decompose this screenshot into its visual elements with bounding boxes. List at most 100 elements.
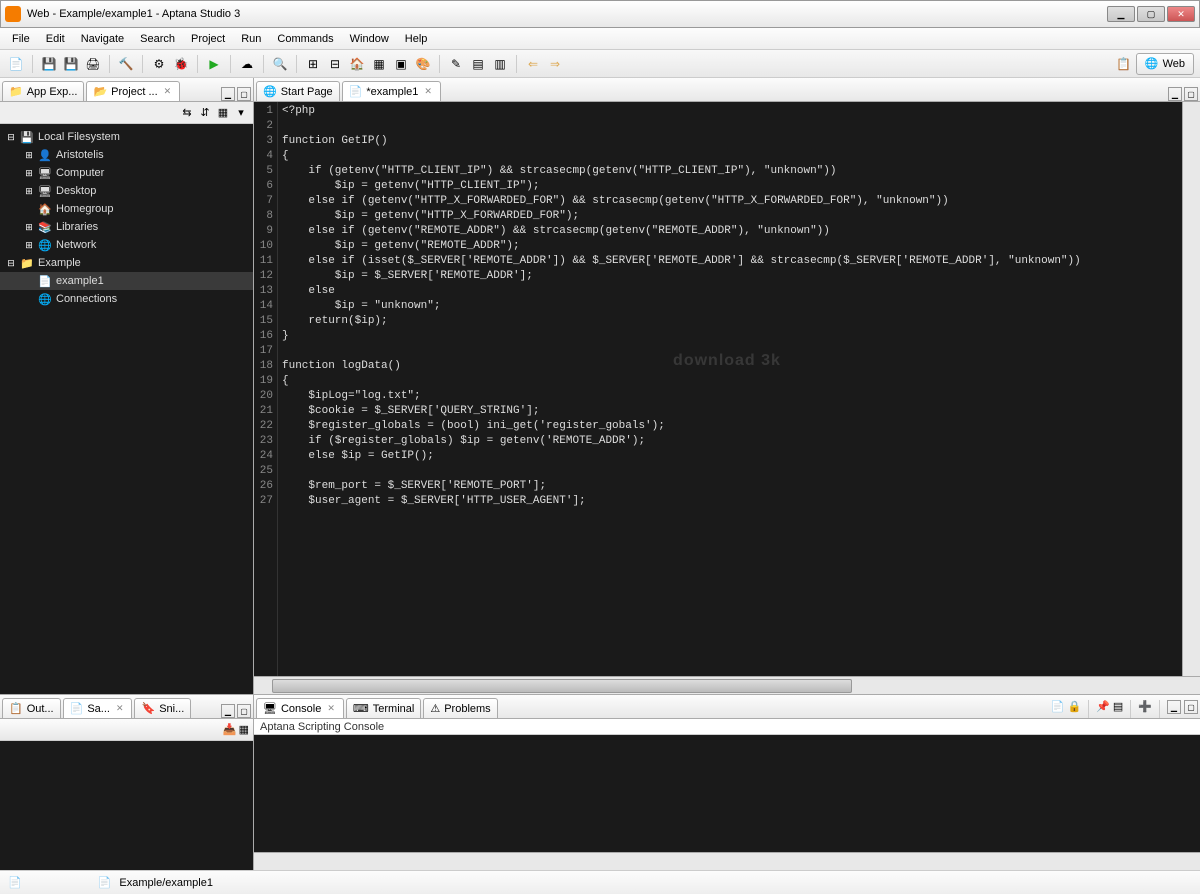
close-tab-icon[interactable]: ✕	[114, 703, 126, 714]
menu-window[interactable]: Window	[342, 31, 397, 47]
console-pin-icon[interactable]: 📌	[1096, 700, 1110, 718]
edit1-icon[interactable]: ✎	[446, 54, 466, 74]
menu-help[interactable]: Help	[397, 31, 436, 47]
tree-node-homegroup[interactable]: 🏠Homegroup	[0, 200, 253, 218]
tree-menu-icon[interactable]: ▦	[215, 105, 231, 121]
project-tree[interactable]: ⊟💾Local Filesystem⊞👤Aristotelis⊞🖥Compute…	[0, 124, 253, 694]
screen-icon[interactable]: ▣	[391, 54, 411, 74]
minimize-bl-icon[interactable]: ▁	[221, 704, 235, 718]
menu-project[interactable]: Project	[183, 31, 233, 47]
maximize-br-icon[interactable]: ▢	[1184, 700, 1198, 714]
menu-edit[interactable]: Edit	[38, 31, 73, 47]
node-icon: 🖥	[38, 167, 52, 180]
expand-icon[interactable]: ⊟	[6, 132, 16, 143]
perspective-button[interactable]: 🌐 Web	[1136, 53, 1194, 75]
print-icon[interactable]: 🖨	[83, 54, 103, 74]
tree-node-localfilesystem[interactable]: ⊟💾Local Filesystem	[0, 128, 253, 146]
minimize-view-icon[interactable]: ▁	[221, 87, 235, 101]
tab-label: Problems	[444, 703, 490, 715]
tab-sni[interactable]: 🔖Sni...	[134, 698, 191, 718]
expand-icon[interactable]: ⊞	[24, 240, 34, 251]
vertical-scrollbar[interactable]	[1182, 102, 1200, 676]
close-tab-icon[interactable]: ✕	[422, 86, 434, 97]
tab-appexp[interactable]: 📁App Exp...	[2, 81, 84, 101]
bl-icon2[interactable]: ▦	[239, 723, 249, 736]
edit2-icon[interactable]: ▤	[468, 54, 488, 74]
save-icon[interactable]: 💾	[39, 54, 59, 74]
tree-node-example1[interactable]: 📄example1	[0, 272, 253, 290]
console-display-icon[interactable]: ▤	[1113, 700, 1123, 718]
node-icon: 💾	[20, 131, 34, 144]
expand-icon[interactable]: ⊞	[24, 186, 34, 197]
maximize-view-icon[interactable]: ▢	[237, 87, 251, 101]
back-icon[interactable]: ⇐	[523, 54, 543, 74]
bottom-left-tabs: 📋Out...📄Sa...✕🔖Sni... ▁ ▢	[0, 695, 253, 719]
edit3-icon[interactable]: ▥	[490, 54, 510, 74]
menu-commands[interactable]: Commands	[269, 31, 341, 47]
run-icon[interactable]: ▶	[204, 54, 224, 74]
forward-icon[interactable]: ⇒	[545, 54, 565, 74]
tab-icon: 📄	[349, 85, 363, 98]
editor-tabs: 🌐Start Page📄*example1✕ ▁ ▢	[254, 78, 1200, 102]
tree-node-example[interactable]: ⊟📁Example	[0, 254, 253, 272]
tab-out[interactable]: 📋Out...	[2, 698, 61, 718]
expand-icon[interactable]: ⊟	[6, 258, 16, 269]
box-icon[interactable]: ▦	[369, 54, 389, 74]
maximize-button[interactable]: ▢	[1137, 6, 1165, 22]
console-new-icon[interactable]: ➕	[1138, 700, 1152, 718]
status-icon: 📄	[8, 876, 22, 889]
link-editor-icon[interactable]: ⇵	[197, 105, 213, 121]
minimize-br-icon[interactable]: ▁	[1167, 700, 1181, 714]
color-icon[interactable]: 🎨	[413, 54, 433, 74]
save-all-icon[interactable]: 💾	[61, 54, 81, 74]
view2-icon[interactable]: ⊟	[325, 54, 345, 74]
bottom-left-content	[0, 741, 253, 870]
menu-navigate[interactable]: Navigate	[73, 31, 132, 47]
debug-icon[interactable]: 🐞	[171, 54, 191, 74]
maximize-editor-icon[interactable]: ▢	[1184, 87, 1198, 101]
tab-sa[interactable]: 📄Sa...✕	[63, 698, 133, 718]
console-body[interactable]	[254, 735, 1200, 852]
console-clear-icon[interactable]: 📄	[1051, 700, 1065, 718]
menu-search[interactable]: Search	[132, 31, 183, 47]
tree-node-computer[interactable]: ⊞🖥Computer	[0, 164, 253, 182]
expand-icon[interactable]: ⊞	[24, 168, 34, 179]
tree-node-desktop[interactable]: ⊞🖥Desktop	[0, 182, 253, 200]
expand-icon[interactable]: ⊞	[24, 222, 34, 233]
console-lock-icon[interactable]: 🔒	[1067, 700, 1081, 718]
tree-dropdown-icon[interactable]: ▾	[233, 105, 249, 121]
tab-terminal[interactable]: ⌨Terminal	[346, 698, 421, 718]
open-perspective-icon[interactable]: 📋	[1114, 54, 1134, 74]
maximize-bl-icon[interactable]: ▢	[237, 704, 251, 718]
tab-example1[interactable]: 📄*example1✕	[342, 81, 441, 101]
tab-startpage[interactable]: 🌐Start Page	[256, 81, 340, 101]
code-area[interactable]: <?php function GetIP() { if (getenv("HTT…	[278, 102, 1182, 676]
bl-icon1[interactable]: 📥	[223, 723, 237, 736]
menu-run[interactable]: Run	[233, 31, 269, 47]
collapse-all-icon[interactable]: ⇆	[179, 105, 195, 121]
expand-icon[interactable]: ⊞	[24, 150, 34, 161]
menu-file[interactable]: File	[4, 31, 38, 47]
external-tools-icon[interactable]: ⚙	[149, 54, 169, 74]
tree-node-aristotelis[interactable]: ⊞👤Aristotelis	[0, 146, 253, 164]
tab-problems[interactable]: ⚠Problems	[423, 698, 497, 718]
tree-node-connections[interactable]: 🌐Connections	[0, 290, 253, 308]
minimize-button[interactable]: ▁	[1107, 6, 1135, 22]
close-tab-icon[interactable]: ✕	[325, 703, 337, 714]
view1-icon[interactable]: ⊞	[303, 54, 323, 74]
horizontal-scrollbar[interactable]	[254, 676, 1200, 694]
cloud-icon[interactable]: ☁	[237, 54, 257, 74]
minimize-editor-icon[interactable]: ▁	[1168, 87, 1182, 101]
close-button[interactable]: ✕	[1167, 6, 1195, 22]
tree-node-network[interactable]: ⊞🌐Network	[0, 236, 253, 254]
close-tab-icon[interactable]: ✕	[162, 86, 174, 97]
build-icon[interactable]: 🔨	[116, 54, 136, 74]
new-icon[interactable]: 📄	[6, 54, 26, 74]
home-icon[interactable]: 🏠	[347, 54, 367, 74]
tree-node-libraries[interactable]: ⊞📚Libraries	[0, 218, 253, 236]
search-icon[interactable]: 🔍	[270, 54, 290, 74]
tab-console[interactable]: 🖥Console✕	[256, 698, 344, 718]
code-editor[interactable]: 1234567891011121314151617181920212223242…	[254, 102, 1200, 676]
tab-project[interactable]: 📂Project ...✕	[86, 81, 180, 101]
console-scrollbar[interactable]	[254, 852, 1200, 870]
